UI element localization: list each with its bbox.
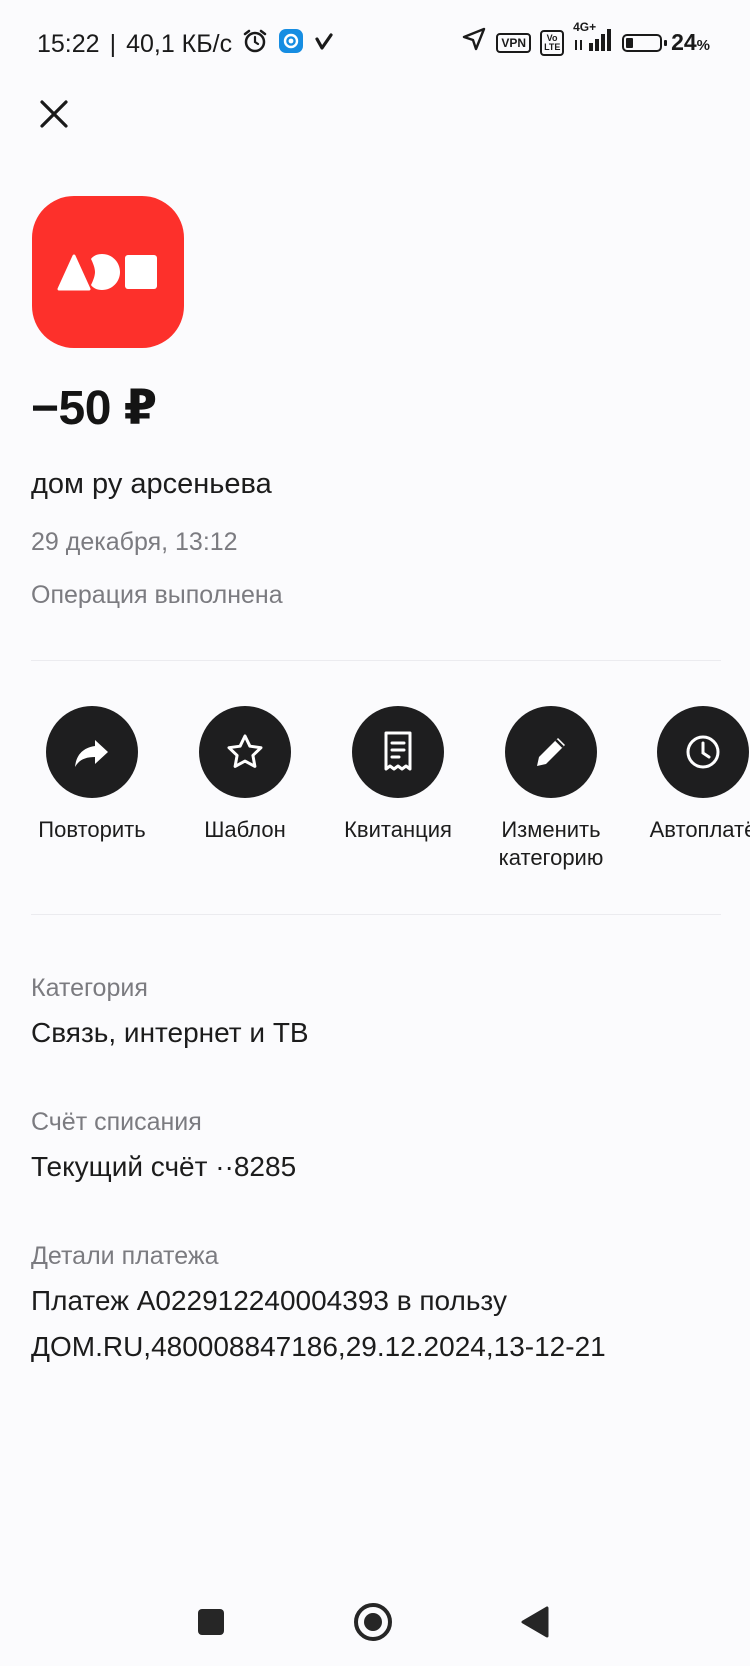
home-button[interactable] (343, 1592, 403, 1652)
network-type-label: 4G+ (573, 20, 597, 34)
status-right: VPN Vo LTE 4G+ 24% (461, 20, 710, 59)
action-buttons-row[interactable]: Повторить Шаблон Квитанция Изменить кате… (0, 706, 750, 876)
home-circle-icon (354, 1603, 392, 1641)
dom-ru-logo-icon (57, 254, 157, 291)
star-icon (227, 734, 263, 768)
payment-details-label: Детали платежа (31, 1242, 219, 1270)
payment-details-line-2: ДОМ.RU,480008847186,29.12.2024,13-12-21 (31, 1331, 606, 1362)
clock-icon (686, 735, 720, 769)
merchant-name: дом ру арсеньева (31, 468, 272, 500)
autopay-label: Автоплатё (649, 817, 750, 842)
location-icon (461, 26, 487, 59)
back-button[interactable] (505, 1592, 565, 1652)
divider (31, 660, 721, 661)
status-left: 15:22 | 40,1 КБ/с (37, 28, 334, 61)
battery-icon (622, 33, 668, 52)
autopay-button[interactable]: Автоплатё (628, 706, 750, 844)
vpn-icon: VPN (496, 32, 532, 53)
signal-icon: 4G+ (573, 20, 613, 59)
receipt-button[interactable]: Квитанция (323, 706, 473, 844)
change-category-button[interactable]: Изменить категорию (476, 706, 626, 872)
system-nav-bar (0, 1580, 750, 1666)
receipt-label: Квитанция (344, 817, 452, 842)
back-triangle-icon (521, 1606, 549, 1638)
transaction-date: 29 декабря, 13:12 (31, 528, 238, 556)
close-button[interactable] (30, 90, 78, 138)
status-bar: 15:22 | 40,1 КБ/с VPN Vo LTE 4G+ 24% (0, 0, 750, 86)
check-app-icon (314, 30, 334, 59)
template-label: Шаблон (204, 817, 286, 842)
category-label: Категория (31, 974, 148, 1002)
account-label: Счёт списания (31, 1108, 202, 1136)
status-time: 15:22 (37, 30, 100, 58)
share-arrow-icon (75, 740, 108, 767)
transaction-status: Операция выполнена (31, 581, 283, 609)
merchant-logo (32, 196, 184, 348)
square-icon (198, 1609, 224, 1635)
recents-button[interactable] (181, 1592, 241, 1652)
category-value[interactable]: Связь, интернет и ТВ (31, 1010, 721, 1056)
alarm-icon (242, 28, 268, 61)
battery-percent: 24% (671, 29, 710, 55)
payment-details-line-1: Платеж A022912240004393 в пользу (31, 1285, 507, 1316)
receipt-icon (384, 731, 412, 771)
account-value[interactable]: Текущий счёт ··8285 (31, 1144, 721, 1190)
template-button[interactable]: Шаблон (170, 706, 320, 844)
divider (31, 914, 721, 915)
repeat-button[interactable]: Повторить (17, 706, 167, 844)
volte-icon: Vo LTE (540, 29, 565, 56)
close-icon (40, 100, 68, 128)
status-separator: | (109, 30, 117, 58)
repeat-label: Повторить (38, 817, 146, 842)
pencil-icon (537, 738, 565, 766)
status-speed: 40,1 КБ/с (126, 30, 233, 58)
change-category-label: Изменить категорию (498, 817, 604, 870)
transaction-amount: −50 ₽ (31, 382, 157, 435)
mail-app-icon (278, 28, 304, 61)
